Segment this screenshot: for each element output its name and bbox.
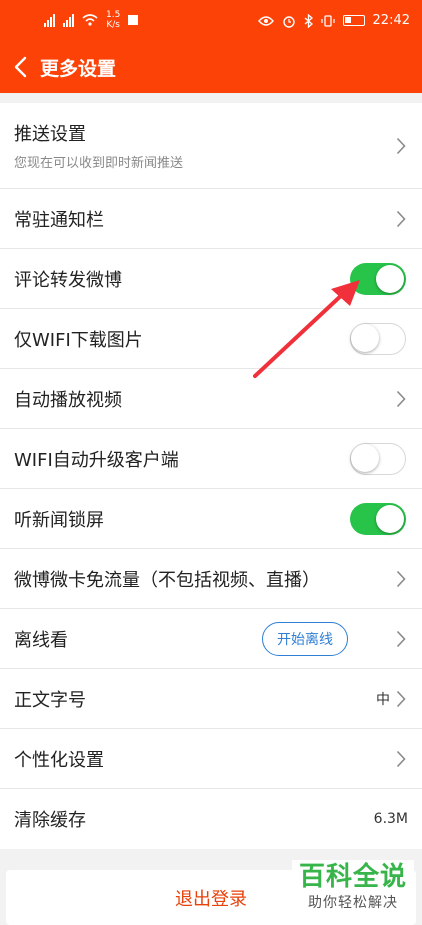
settings-row-lockscreen: 听新闻锁屏 bbox=[0, 489, 422, 549]
signal-icon bbox=[44, 13, 55, 27]
watermark-title: 百科全说 bbox=[298, 862, 407, 892]
speed-unit: K/s bbox=[106, 20, 120, 30]
vibrate-icon bbox=[320, 14, 335, 27]
watermark-subtitle: 助你轻松解决 bbox=[308, 895, 398, 911]
back-button[interactable] bbox=[0, 44, 40, 90]
top-bar: 1.5 K/s 22:42 更多设置 bbox=[0, 0, 422, 93]
wifi-images-toggle[interactable] bbox=[350, 322, 406, 355]
settings-row-label: 自动播放视频 bbox=[14, 389, 122, 411]
settings-row-free-data[interactable]: 微博微卡免流量（不包括视频、直播） bbox=[0, 549, 422, 609]
toggle-knob bbox=[376, 504, 404, 533]
toggle-knob bbox=[376, 264, 404, 293]
settings-row-wifi-upgrade: WIFI自动升级客户端 bbox=[0, 429, 422, 489]
settings-row-font-size[interactable]: 正文字号 中 bbox=[0, 669, 422, 729]
signal-icon-2 bbox=[63, 13, 74, 27]
lockscreen-toggle[interactable] bbox=[350, 502, 406, 535]
chevron-right-icon bbox=[396, 750, 406, 767]
toggle-knob bbox=[351, 443, 379, 472]
settings-row-personalize[interactable]: 个性化设置 bbox=[0, 729, 422, 789]
alarm-icon bbox=[282, 15, 295, 28]
settings-row-push[interactable]: 推送设置 您现在可以收到即时新闻推送 bbox=[0, 103, 422, 189]
settings-row-label: 离线看 bbox=[14, 629, 68, 651]
settings-row-label: 听新闻锁屏 bbox=[14, 509, 104, 531]
chevron-right-icon bbox=[396, 570, 406, 587]
settings-row-label: WIFI自动升级客户端 bbox=[14, 449, 179, 471]
battery-icon bbox=[342, 15, 365, 26]
settings-row-offline[interactable]: 离线看 开始离线 bbox=[0, 609, 422, 669]
speed-value: 1.5 bbox=[106, 10, 121, 20]
wifi-upgrade-toggle[interactable] bbox=[350, 442, 406, 475]
settings-row-autoplay[interactable]: 自动播放视频 bbox=[0, 369, 422, 429]
chevron-right-icon bbox=[396, 137, 406, 154]
bluetooth-icon bbox=[304, 13, 313, 28]
font-size-value: 中 bbox=[376, 691, 390, 708]
logout-label: 退出登录 bbox=[175, 888, 247, 910]
settings-row-comment-repost: 评论转发微博 bbox=[0, 249, 422, 309]
settings-row-label: 微博微卡免流量（不包括视频、直播） bbox=[14, 569, 320, 591]
network-speed: 1.5 K/s bbox=[106, 10, 120, 30]
chevron-right-icon bbox=[396, 630, 406, 647]
chevron-right-icon bbox=[396, 390, 406, 407]
cache-size-value: 6.3M bbox=[373, 811, 408, 827]
chevron-right-icon bbox=[396, 690, 406, 707]
chevron-right-icon bbox=[396, 210, 406, 227]
settings-row-label: 常驻通知栏 bbox=[14, 209, 104, 231]
wifi-icon bbox=[82, 14, 98, 26]
status-right: 22:42 bbox=[257, 13, 410, 28]
screen: 1.5 K/s 22:42 更多设置 推送设置 您现在可以收到即时新闻推送 常驻… bbox=[0, 0, 422, 925]
status-left: 1.5 K/s bbox=[44, 10, 139, 30]
chevron-left-icon bbox=[14, 56, 27, 78]
settings-row-label: 推送设置 bbox=[14, 124, 86, 145]
header: 更多设置 bbox=[0, 44, 422, 90]
watermark-logo: 百科全说 助你轻松解决 bbox=[292, 860, 414, 918]
settings-row-clear-cache[interactable]: 清除缓存 6.3M bbox=[0, 789, 422, 849]
settings-row-label: 个性化设置 bbox=[14, 749, 104, 771]
start-offline-button[interactable]: 开始离线 bbox=[262, 621, 348, 656]
settings-row-wifi-images: 仅WIFI下载图片 bbox=[0, 309, 422, 369]
status-bar: 1.5 K/s 22:42 bbox=[0, 0, 422, 42]
status-time: 22:42 bbox=[372, 13, 410, 28]
toggle-knob bbox=[351, 323, 379, 352]
settings-row-notification-bar[interactable]: 常驻通知栏 bbox=[0, 189, 422, 249]
notification-icon bbox=[128, 15, 139, 25]
settings-list: 推送设置 您现在可以收到即时新闻推送 常驻通知栏 评论转发微博 仅WIFI下载图… bbox=[0, 103, 422, 849]
comment-repost-toggle[interactable] bbox=[350, 262, 406, 295]
eye-icon bbox=[257, 15, 274, 26]
page-title: 更多设置 bbox=[40, 57, 117, 80]
settings-row-label: 评论转发微博 bbox=[14, 269, 122, 291]
settings-row-label: 仅WIFI下载图片 bbox=[14, 329, 143, 351]
settings-row-subtitle: 您现在可以收到即时新闻推送 bbox=[14, 156, 184, 171]
settings-row-label: 清除缓存 bbox=[14, 810, 86, 831]
settings-row-label: 正文字号 bbox=[14, 689, 86, 711]
